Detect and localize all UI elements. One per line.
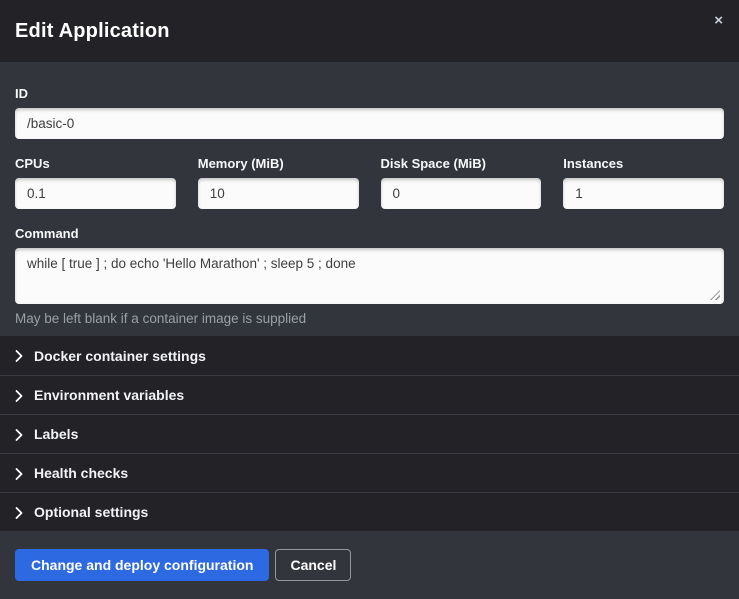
section-label: Labels xyxy=(34,426,78,442)
section-label: Health checks xyxy=(34,465,128,481)
section-environment-variables[interactable]: Environment variables xyxy=(0,375,739,414)
disk-input[interactable] xyxy=(381,178,542,209)
modal-footer: Change and deploy configuration Cancel xyxy=(0,531,739,599)
chevron-right-icon xyxy=(15,429,23,441)
id-label: ID xyxy=(15,86,724,101)
cpus-label: CPUs xyxy=(15,156,176,171)
chevron-right-icon xyxy=(15,350,23,362)
cpus-input[interactable] xyxy=(15,178,176,209)
cancel-button[interactable]: Cancel xyxy=(275,549,351,581)
disk-field-group: Disk Space (MiB) xyxy=(381,156,542,209)
chevron-right-icon xyxy=(15,390,23,402)
instances-label: Instances xyxy=(563,156,724,171)
section-label: Optional settings xyxy=(34,504,148,520)
chevron-right-icon xyxy=(15,468,23,480)
instances-field-group: Instances xyxy=(563,156,724,209)
section-optional-settings[interactable]: Optional settings xyxy=(0,492,739,531)
section-label: Docker container settings xyxy=(34,348,206,364)
disk-label: Disk Space (MiB) xyxy=(381,156,542,171)
id-input[interactable] xyxy=(15,108,724,139)
change-and-deploy-button[interactable]: Change and deploy configuration xyxy=(15,549,269,581)
chevron-right-icon xyxy=(15,507,23,519)
section-health-checks[interactable]: Health checks xyxy=(0,453,739,492)
section-labels[interactable]: Labels xyxy=(0,414,739,453)
section-label: Environment variables xyxy=(34,387,184,403)
command-helper-text: May be left blank if a container image i… xyxy=(15,311,724,326)
resources-row: CPUs Memory (MiB) Disk Space (MiB) Insta… xyxy=(15,156,724,209)
close-button[interactable]: × xyxy=(714,13,723,28)
id-field-group: ID xyxy=(15,86,724,139)
command-textarea[interactable]: while [ true ] ; do echo 'Hello Marathon… xyxy=(15,248,724,304)
instances-input[interactable] xyxy=(563,178,724,209)
application-form: ID CPUs Memory (MiB) Disk Space (MiB) In… xyxy=(0,62,739,336)
memory-field-group: Memory (MiB) xyxy=(198,156,359,209)
section-docker-container-settings[interactable]: Docker container settings xyxy=(0,336,739,375)
modal-header: Edit Application × xyxy=(0,0,739,62)
command-label: Command xyxy=(15,226,724,241)
memory-label: Memory (MiB) xyxy=(198,156,359,171)
cpus-field-group: CPUs xyxy=(15,156,176,209)
edit-application-modal: Edit Application × ID CPUs Memory (MiB) … xyxy=(0,0,739,599)
command-field-group: Command while [ true ] ; do echo 'Hello … xyxy=(15,226,724,326)
memory-input[interactable] xyxy=(198,178,359,209)
accordion-sections: Docker container settings Environment va… xyxy=(0,336,739,531)
close-icon: × xyxy=(714,12,723,29)
modal-title: Edit Application xyxy=(15,20,170,43)
